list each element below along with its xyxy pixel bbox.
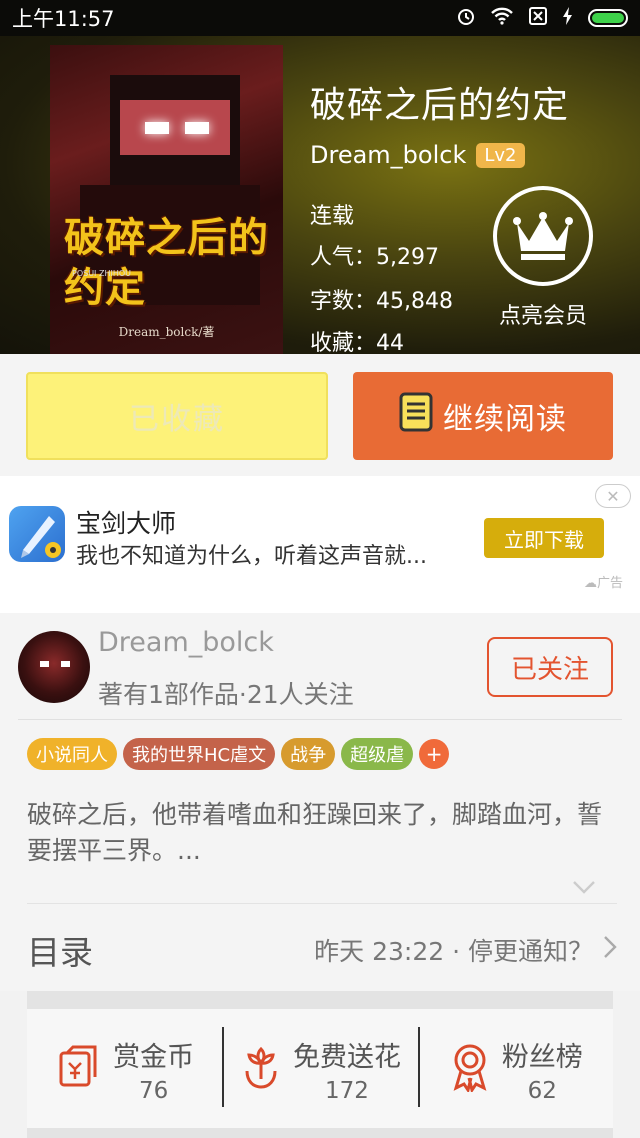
close-icon[interactable]: ✕ [595,484,631,508]
book-icon [399,392,433,440]
alarm-icon [456,6,476,31]
catalog-label: 目录 [27,933,93,972]
popularity-stat: 人气：5,297 [310,239,439,271]
word-count-label: 字数： [310,289,377,314]
tag[interactable]: 小说同人 [27,738,117,770]
book-cover[interactable]: 破碎之后的约定 POSUI ZHIHOU Dream_bolck/著 [50,45,283,354]
action-bar: 已收藏 继续阅读 [0,354,640,476]
ad-description: 我也不知道为什么，听着这声音就... [76,544,427,569]
cover-title: 破碎之后的约定 [64,215,269,311]
charging-icon [562,6,574,31]
app-icon [9,506,65,562]
popularity-value: 5,297 [376,245,439,270]
author-name[interactable]: Dream_bolck [98,627,274,658]
ad-tag: ☁广告 [584,576,624,591]
continue-reading-label: 继续阅读 [443,402,567,437]
medal-icon [448,1042,492,1096]
fan-ranking-button[interactable]: 粉丝榜 62 [417,1009,613,1129]
flower-icon [239,1043,283,1095]
free-flower-button[interactable]: 免费送花 172 [222,1009,417,1129]
word-count-stat: 字数：45,848 [310,283,453,315]
stat-label: 粉丝榜 [501,1041,583,1073]
book-author[interactable]: Dream_bolck [310,141,466,169]
tag-list: 小说同人 我的世界HC虐文 战争 超级虐 + [27,738,450,770]
no-sim-icon [528,6,548,31]
status-time: 上午11:57 [12,7,115,31]
tag[interactable]: 我的世界HC虐文 [123,738,276,770]
reward-coin-button[interactable]: 赏金币 76 [27,1009,222,1129]
tag[interactable]: 战争 [281,738,336,770]
interaction-stats: 赏金币 76 免费送花 172 粉丝榜 62 [27,1009,613,1129]
divider [27,903,617,904]
add-tag-icon[interactable]: + [419,739,450,769]
tag[interactable]: 超级虐 [341,738,414,770]
section-divider [27,1128,613,1138]
ad-banner[interactable]: 宝剑大师 我也不知道为什么，听着这声音就... 立即下载 ✕ ☁广告 [0,476,640,613]
stat-label: 赏金币 [113,1041,195,1073]
book-header: 破碎之后的约定 POSUI ZHIHOU Dream_bolck/著 破碎之后的… [0,36,640,354]
ad-title: 宝剑大师 [76,509,177,538]
divider [18,719,622,720]
follow-button[interactable]: 已关注 [487,637,613,697]
catalog-update-info: 昨天 23:22 · 停更通知？ [314,937,593,966]
cover-pinyin: POSUI ZHIHOU [72,269,131,278]
stat-value: 76 [139,1077,169,1104]
stat-value: 62 [527,1077,557,1104]
vip-button[interactable]: 点亮会员 [491,186,595,330]
serial-status: 连载 [310,204,355,229]
battery-icon [588,9,628,27]
section-divider [27,991,613,1009]
stat-value: 172 [325,1077,369,1104]
download-button[interactable]: 立即下载 [484,518,604,558]
status-bar: 上午11:57 [0,0,640,36]
crown-icon [493,186,593,286]
favorites-stat: 收藏：44 [310,325,404,354]
level-badge: Lv2 [476,142,525,168]
continue-reading-button[interactable]: 继续阅读 [353,372,613,460]
chevron-right-icon [603,935,617,965]
favorites-label: 收藏： [310,331,377,354]
ad-tag-label: 广告 [597,576,624,591]
author-section: Dream_bolck 著有1部作品·21人关注 已关注 小说同人 我的世界HC… [0,613,640,991]
vip-label: 点亮会员 [498,304,587,329]
cover-byline: Dream_bolck/著 [118,325,215,339]
wifi-icon [490,6,514,30]
chevron-down-icon[interactable] [572,875,596,900]
cover-character [110,75,240,185]
reward-coin-icon [55,1043,103,1095]
stat-label: 免费送花 [292,1041,401,1073]
synopsis[interactable]: 破碎之后，他带着嗜血和狂躁回来了，脚踏血河，誓要摆平三界。... [27,797,617,869]
favorites-value: 44 [376,331,405,354]
popularity-label: 人气： [310,245,377,270]
catalog-row[interactable]: 目录 昨天 23:22 · 停更通知？ [27,915,617,985]
avatar[interactable] [18,631,90,703]
author-meta: 著有1部作品·21人关注 [98,680,354,709]
author-row: Dream_bolck Lv2 [310,141,525,169]
book-title: 破碎之后的约定 [310,85,570,126]
favorited-button[interactable]: 已收藏 [26,372,328,460]
word-count-value: 45,848 [376,289,453,314]
